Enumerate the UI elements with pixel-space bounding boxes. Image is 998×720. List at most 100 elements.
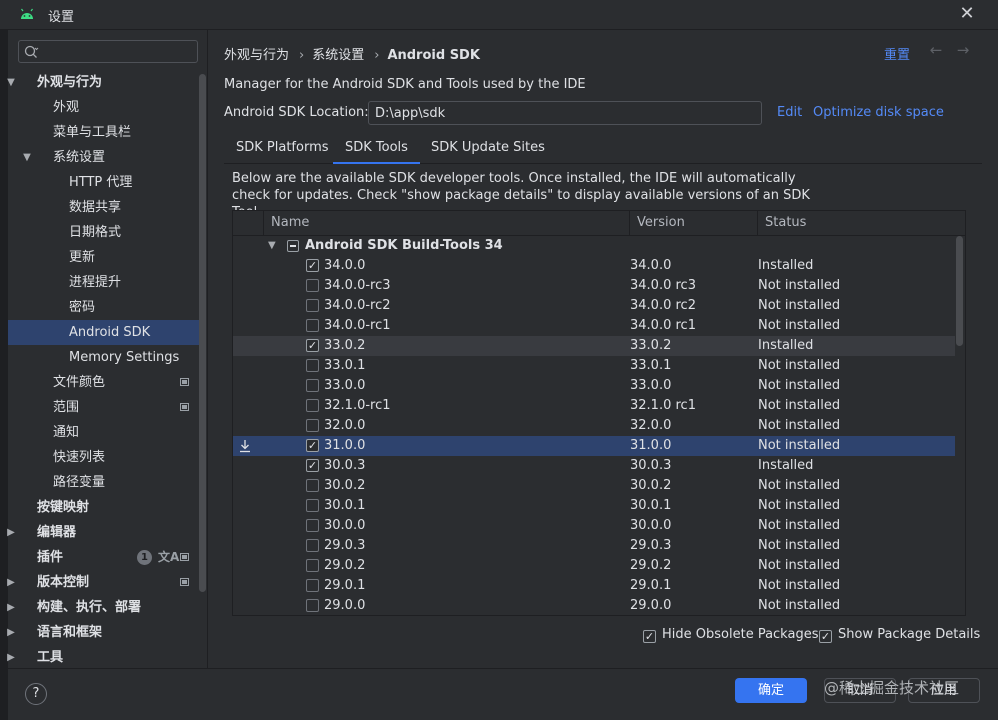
sidebar-item[interactable]: 菜单与工具栏 [8,120,206,145]
column-header-status[interactable]: Status [757,211,955,236]
sidebar-item[interactable]: 路径变量 [8,470,206,495]
package-name: 29.0.1 [324,578,366,593]
show-details-checkbox[interactable]: ✓ [819,630,832,643]
column-header-name[interactable]: Name [263,211,629,236]
table-row[interactable]: 30.0.2 30.0.2 Not installed [233,476,955,496]
breadcrumb-item[interactable]: 系统设置 [312,48,364,63]
chevron-down-icon[interactable]: ▼ [268,236,276,256]
breadcrumb-item[interactable]: 外观与行为 [224,48,289,63]
package-checkbox[interactable] [306,319,319,332]
sidebar-scrollbar[interactable] [199,74,206,592]
table-row[interactable]: 32.0.0 32.0.0 Not installed [233,416,955,436]
chevron-down-icon[interactable]: ▼ [5,70,17,95]
sidebar-item[interactable]: 范围 [8,395,206,420]
package-checkbox[interactable] [306,279,319,292]
table-row[interactable]: 33.0.1 33.0.1 Not installed [233,356,955,376]
package-checkbox[interactable] [306,519,319,532]
package-checkbox[interactable] [306,399,319,412]
table-row[interactable]: ✓ 33.0.2 33.0.2 Installed [233,336,955,356]
tab-sdk-platforms[interactable]: SDK Platforms [224,132,341,164]
table-row[interactable]: 29.0.1 29.0.1 Not installed [233,576,955,596]
search-input[interactable] [41,43,191,60]
edit-link[interactable]: Edit [777,105,802,120]
sidebar-item[interactable]: ▶ 语言和框架 [5,620,206,645]
package-checkbox[interactable] [306,579,319,592]
sidebar-item[interactable]: 数据共享 [8,195,206,220]
help-button[interactable]: ? [25,683,47,705]
chevron-down-icon[interactable]: ▼ [21,145,33,170]
sidebar-item[interactable]: ▶ 工具 [5,645,206,670]
arrow-left-icon[interactable]: ← [927,41,945,59]
sidebar-item[interactable]: 按键映射 [8,495,206,520]
table-row[interactable]: 34.0.0-rc3 34.0.0 rc3 Not installed [233,276,955,296]
chevron-right-icon[interactable]: ▶ [5,595,17,620]
package-checkbox[interactable] [306,299,319,312]
sidebar-item[interactable]: 通知 [8,420,206,445]
package-checkbox[interactable] [306,499,319,512]
table-row[interactable]: 34.0.0-rc1 34.0.0 rc1 Not installed [233,316,955,336]
package-checkbox[interactable] [306,379,319,392]
table-row[interactable]: ✓ 34.0.0 34.0.0 Installed [233,256,955,276]
table-row[interactable]: 32.1.0-rc1 32.1.0 rc1 Not installed [233,396,955,416]
table-row[interactable]: ✓ 31.0.0 31.0.0 Not installed [233,436,955,456]
arrow-right-icon[interactable]: → [954,41,972,59]
table-group-row[interactable]: ▼ Android SDK Build-Tools 34 [233,236,955,256]
table-row[interactable]: ✓ 30.0.3 30.0.3 Installed [233,456,955,476]
sidebar-item[interactable]: ▶ 版本控制 [5,570,206,595]
package-checkbox[interactable] [306,539,319,552]
show-details-option[interactable]: ✓ Show Package Details [819,627,980,643]
sidebar-item[interactable]: HTTP 代理 [8,170,206,195]
sidebar-item[interactable]: 更新 [8,245,206,270]
table-row[interactable]: 29.0.3 29.0.3 Not installed [233,536,955,556]
search-icon [24,45,39,58]
table-row[interactable]: 30.0.1 30.0.1 Not installed [233,496,955,516]
ok-button[interactable]: 确定 [735,678,807,703]
tab-sdk-update-sites[interactable]: SDK Update Sites [419,132,557,164]
sidebar-item[interactable]: 插件 1 文A [8,545,206,570]
sidebar-item[interactable]: 文件颜色 [8,370,206,395]
hide-obsolete-option[interactable]: ✓ Hide Obsolete Packages [643,627,818,643]
sidebar-item[interactable]: ▼ 外观与行为 [5,70,206,95]
settings-search[interactable] [18,40,198,63]
cancel-button[interactable]: 取消 [824,678,896,703]
reset-link[interactable]: 重置 [884,44,910,63]
package-checkbox[interactable]: ✓ [306,439,319,452]
table-row[interactable]: 29.0.2 29.0.2 Not installed [233,556,955,576]
package-checkbox[interactable] [306,419,319,432]
table-row[interactable]: 34.0.0-rc2 34.0.0 rc2 Not installed [233,296,955,316]
table-row[interactable]: 33.0.0 33.0.0 Not installed [233,376,955,396]
group-partial-checkbox[interactable] [287,240,299,252]
chevron-right-icon[interactable]: ▶ [5,645,17,670]
close-icon[interactable]: ✕ [956,3,978,25]
package-checkbox[interactable]: ✓ [306,259,319,272]
chevron-right-icon[interactable]: ▶ [5,520,17,545]
sidebar-item[interactable]: ▶ 编辑器 [5,520,206,545]
sidebar-item[interactable]: 日期格式 [8,220,206,245]
package-checkbox[interactable] [306,559,319,572]
tab-sdk-tools[interactable]: SDK Tools [333,132,420,164]
sidebar-item[interactable]: Android SDK [8,320,206,345]
optimize-disk-space-link[interactable]: Optimize disk space [813,105,944,120]
hide-obsolete-checkbox[interactable]: ✓ [643,630,656,643]
sidebar-item[interactable]: 进程提升 [8,270,206,295]
sdk-location-input[interactable] [368,101,762,125]
chevron-right-icon[interactable]: ▶ [5,620,17,645]
package-checkbox[interactable]: ✓ [306,459,319,472]
table-row[interactable]: 30.0.0 30.0.0 Not installed [233,516,955,536]
sidebar-item[interactable]: ▶ 构建、执行、部署 [5,595,206,620]
sidebar-item[interactable]: 外观 [8,95,206,120]
sidebar-item[interactable]: Memory Settings [8,345,206,370]
column-header-version[interactable]: Version [629,211,757,236]
package-checkbox[interactable] [306,359,319,372]
sidebar-item[interactable]: ▼ 系统设置 [8,145,206,170]
table-row[interactable]: 29.0.0 29.0.0 Not installed [233,596,955,615]
chevron-right-icon[interactable]: ▶ [5,570,17,595]
table-scrollbar[interactable] [956,236,963,346]
sidebar-item[interactable]: 密码 [8,295,206,320]
package-checkbox[interactable] [306,599,319,612]
package-checkbox[interactable] [306,479,319,492]
apply-button[interactable]: 应用 [908,678,980,703]
hide-obsolete-label: Hide Obsolete Packages [662,627,819,642]
package-checkbox[interactable]: ✓ [306,339,319,352]
sidebar-item[interactable]: 快速列表 [8,445,206,470]
